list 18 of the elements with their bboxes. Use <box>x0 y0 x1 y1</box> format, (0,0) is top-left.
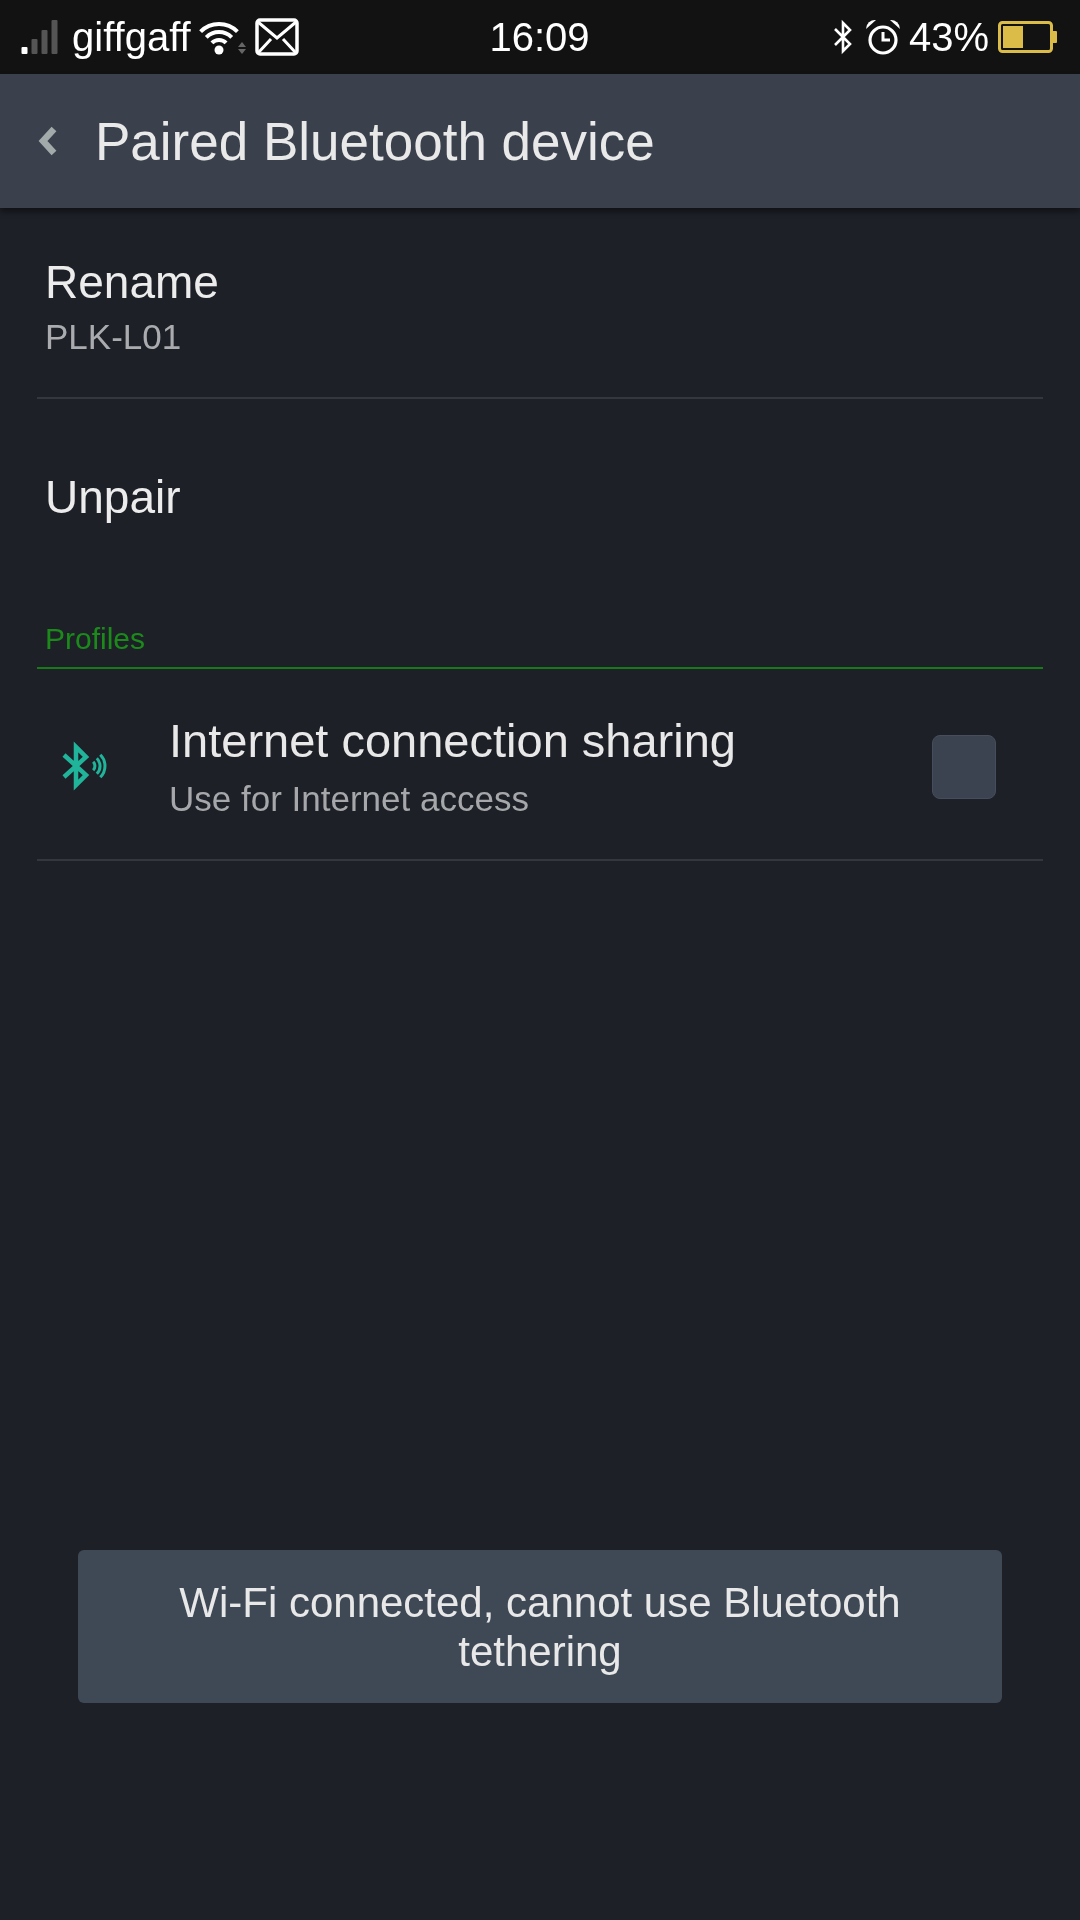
battery-percent: 43% <box>908 14 989 60</box>
page-title: Paired Bluetooth device <box>95 110 655 172</box>
carrier-name: giffgaff <box>72 14 191 60</box>
signal-icon <box>21 20 58 54</box>
battery-icon <box>998 21 1058 53</box>
profile-title: Internet connection sharing <box>169 713 736 769</box>
clock: 16:09 <box>489 14 590 60</box>
back-icon[interactable] <box>37 126 59 156</box>
option-title[interactable]: Rename <box>45 254 219 310</box>
option-title[interactable]: Unpair <box>45 469 181 525</box>
mail-icon <box>254 18 299 56</box>
option-value: PLK-L01 <box>45 316 182 358</box>
toast-message: Wi-Fi connected, cannot use Bluetooth tethering <box>78 1550 1002 1703</box>
section-header: Profiles <box>45 621 146 657</box>
profile-description: Use for Internet access <box>169 778 529 820</box>
checkbox[interactable] <box>932 735 996 799</box>
alarm-clock-icon <box>863 18 902 56</box>
bluetooth-icon <box>832 19 853 55</box>
